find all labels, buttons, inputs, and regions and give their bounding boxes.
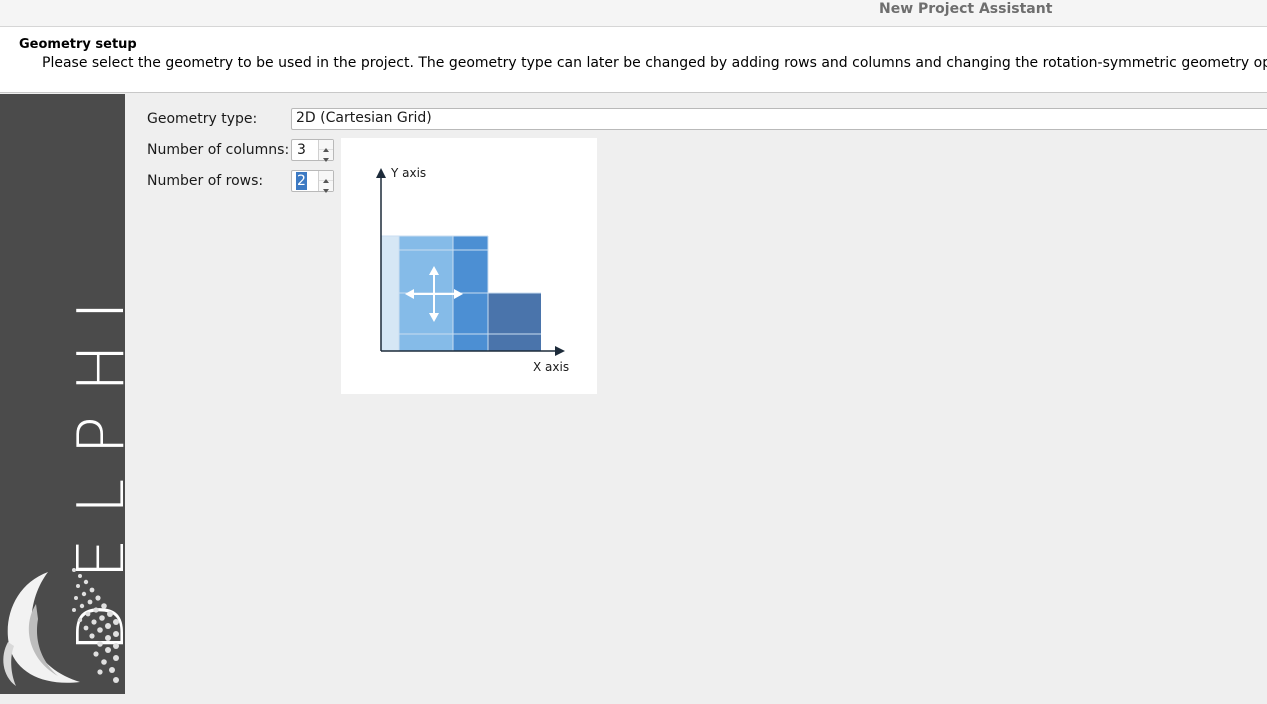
columns-increment-button[interactable] [319,140,333,152]
title-bar: New Project Assistant [0,0,1267,27]
page-description: Please select the geometry to be used in… [42,55,1267,71]
geometry-type-value: 2D (Cartesian Grid) [296,110,432,126]
window-title: New Project Assistant [879,1,1053,17]
x-axis-arrow-icon [555,346,565,356]
rows-increment-button[interactable] [319,171,333,183]
x-axis-label: X axis [533,360,569,374]
rows-value[interactable]: 2 [296,172,307,190]
columns-value[interactable]: 3 [296,141,307,159]
geometry-preview: Y axis X axis [341,138,597,394]
geometry-preview-diagram: Y axis X axis [376,166,569,374]
rows-label: Number of rows: [147,173,264,189]
chevron-down-icon [323,158,329,162]
geometry-type-label: Geometry type: [147,111,258,127]
rows-stepper [318,171,333,193]
y-axis-arrow-icon [376,168,386,178]
geometry-type-select[interactable]: 2D (Cartesian Grid) [291,108,1267,130]
chevron-down-icon [323,189,329,193]
grid-cell-dark [488,293,541,351]
rows-spinbox[interactable]: 2 [291,170,334,193]
columns-spinbox[interactable]: 3 [291,139,334,162]
columns-stepper [318,140,333,162]
rows-decrement-button[interactable] [319,181,333,193]
brand-sidebar: DELPHIN [0,94,125,694]
y-axis-label: Y axis [390,166,426,180]
columns-decrement-button[interactable] [319,150,333,162]
wizard-header: Geometry setup Please select the geometr… [0,27,1267,93]
grid-cell-light [381,236,399,351]
columns-label: Number of columns: [147,142,290,158]
delphin-logo-icon [3,568,119,686]
page-title: Geometry setup [19,37,137,52]
